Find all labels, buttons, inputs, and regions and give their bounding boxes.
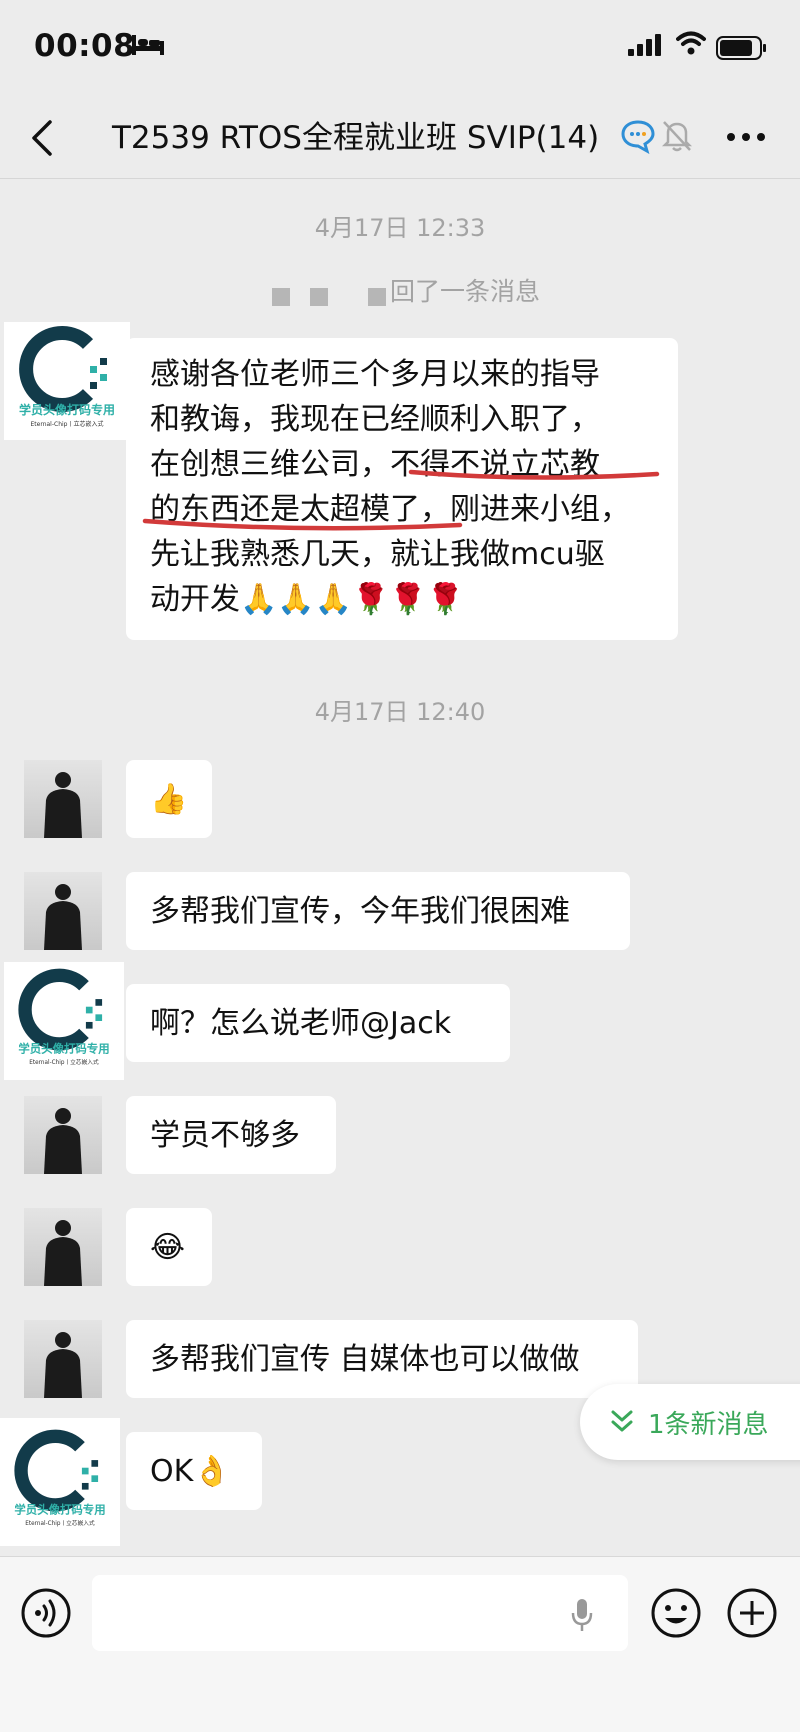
eternal-chip-logo-icon: 学员头像打码专用 Eternal-Chip丨立芯嵌入式 bbox=[19, 326, 115, 428]
blurred-name bbox=[310, 288, 328, 306]
person-silhouette-icon bbox=[44, 1108, 82, 1174]
chat-header: T2539 RTOS全程就业班 SVIP(14) bbox=[0, 98, 800, 179]
teacher-avatar[interactable] bbox=[24, 760, 102, 838]
recall-notice: 回了一条消息 bbox=[390, 277, 541, 306]
new-messages-button[interactable]: 1条新消息 bbox=[580, 1384, 800, 1460]
logo-subtext: Eternal-Chip丨立芯嵌入式 bbox=[25, 1519, 95, 1527]
message-bubble[interactable]: 多帮我们宣传 自媒体也可以做做 bbox=[126, 1320, 638, 1398]
teacher-avatar[interactable] bbox=[24, 1320, 102, 1398]
message-bubble-long[interactable]: 感谢各位老师三个多月以来的指导 和教诲，我现在已经顺利入职了， 在创想三维公司，… bbox=[126, 338, 678, 640]
message-timestamp: 4月17日 12:33 bbox=[314, 214, 486, 242]
student-avatar[interactable]: 学员头像打码专用 Eternal-Chip丨立芯嵌入式 bbox=[4, 322, 130, 440]
logo-text: 学员头像打码专用 bbox=[14, 1502, 105, 1516]
microphone-icon[interactable] bbox=[570, 1597, 594, 1633]
teacher-avatar[interactable] bbox=[24, 1208, 102, 1286]
message-timestamp: 4月17日 12:40 bbox=[314, 698, 486, 726]
message-line: 先让我熟悉几天，就让我做mcu驱 bbox=[150, 537, 605, 572]
chat-title: T2539 RTOS全程就业班 SVIP(14) bbox=[112, 120, 600, 156]
message-line: 感谢各位老师三个多月以来的指导 bbox=[150, 357, 600, 392]
message-text: 多帮我们宣传，今年我们很困难 bbox=[150, 893, 570, 929]
mute-bell-icon[interactable] bbox=[660, 118, 694, 154]
input-bar bbox=[0, 1556, 800, 1732]
message-bubble[interactable]: 学员不够多 bbox=[126, 1096, 336, 1174]
group-chat-icon[interactable] bbox=[620, 118, 656, 154]
red-underline-mark bbox=[142, 518, 463, 531]
message-bubble[interactable]: 啊？怎么说老师@Jack bbox=[126, 984, 510, 1062]
student-avatar[interactable]: 学员头像打码专用 Eternal-Chip丨立芯嵌入式 bbox=[0, 1418, 120, 1546]
teacher-avatar[interactable] bbox=[24, 1096, 102, 1174]
thumbs-up-emoji: 👍 bbox=[150, 781, 188, 817]
voice-input-icon[interactable] bbox=[20, 1587, 72, 1639]
teacher-avatar[interactable] bbox=[24, 872, 102, 950]
add-attachment-icon[interactable] bbox=[726, 1587, 778, 1639]
back-arrow-icon[interactable] bbox=[28, 118, 58, 158]
status-time: 00:08 bbox=[34, 28, 136, 64]
message-bubble[interactable]: 多帮我们宣传，今年我们很困难 bbox=[126, 872, 630, 950]
double-chevron-down-icon bbox=[611, 1410, 633, 1432]
message-line: 和教诲，我现在已经顺利入职了， bbox=[150, 402, 600, 437]
eternal-chip-logo-icon: 学员头像打码专用 Eternal-Chip丨立芯嵌入式 bbox=[14, 1429, 106, 1527]
blurred-name bbox=[272, 288, 290, 306]
message-text: 啊？怎么说老师@Jack bbox=[150, 1005, 452, 1041]
cellular-signal-icon bbox=[628, 34, 661, 56]
status-bar: 00:08 bbox=[0, 0, 800, 98]
red-underline-mark bbox=[408, 469, 660, 480]
logo-subtext: Eternal-Chip丨立芯嵌入式 bbox=[31, 420, 104, 428]
message-text: OK👌 bbox=[150, 1453, 231, 1489]
message-bubble[interactable]: OK👌 bbox=[126, 1432, 262, 1510]
message-text: 学员不够多 bbox=[150, 1117, 300, 1153]
student-avatar[interactable]: 学员头像打码专用 Eternal-Chip丨立芯嵌入式 bbox=[4, 962, 124, 1080]
new-messages-label: 1条新消息 bbox=[648, 1409, 769, 1440]
logo-text: 学员头像打码专用 bbox=[18, 1041, 109, 1055]
wifi-icon bbox=[676, 31, 706, 55]
battery-icon bbox=[716, 36, 766, 60]
message-input[interactable] bbox=[92, 1575, 628, 1651]
sleep-mode-icon bbox=[132, 35, 164, 55]
more-options-icon[interactable] bbox=[726, 132, 766, 142]
emoji-icon[interactable] bbox=[650, 1587, 702, 1639]
message-bubble[interactable]: 😂 bbox=[126, 1208, 212, 1286]
message-bubble[interactable]: 👍 bbox=[126, 760, 212, 838]
blurred-name bbox=[368, 288, 386, 306]
person-silhouette-icon bbox=[44, 884, 82, 950]
eternal-chip-logo-icon: 学员头像打码专用 Eternal-Chip丨立芯嵌入式 bbox=[18, 968, 110, 1066]
laughing-emoji: 😂 bbox=[150, 1229, 186, 1265]
person-silhouette-icon bbox=[44, 1220, 82, 1286]
message-line: 动开发🙏🙏🙏🌹🌹🌹 bbox=[150, 582, 465, 617]
person-silhouette-icon bbox=[44, 772, 82, 838]
person-silhouette-icon bbox=[44, 1332, 82, 1398]
logo-text: 学员头像打码专用 bbox=[19, 402, 115, 417]
logo-subtext: Eternal-Chip丨立芯嵌入式 bbox=[29, 1058, 99, 1066]
message-text: 多帮我们宣传 自媒体也可以做做 bbox=[150, 1341, 580, 1377]
